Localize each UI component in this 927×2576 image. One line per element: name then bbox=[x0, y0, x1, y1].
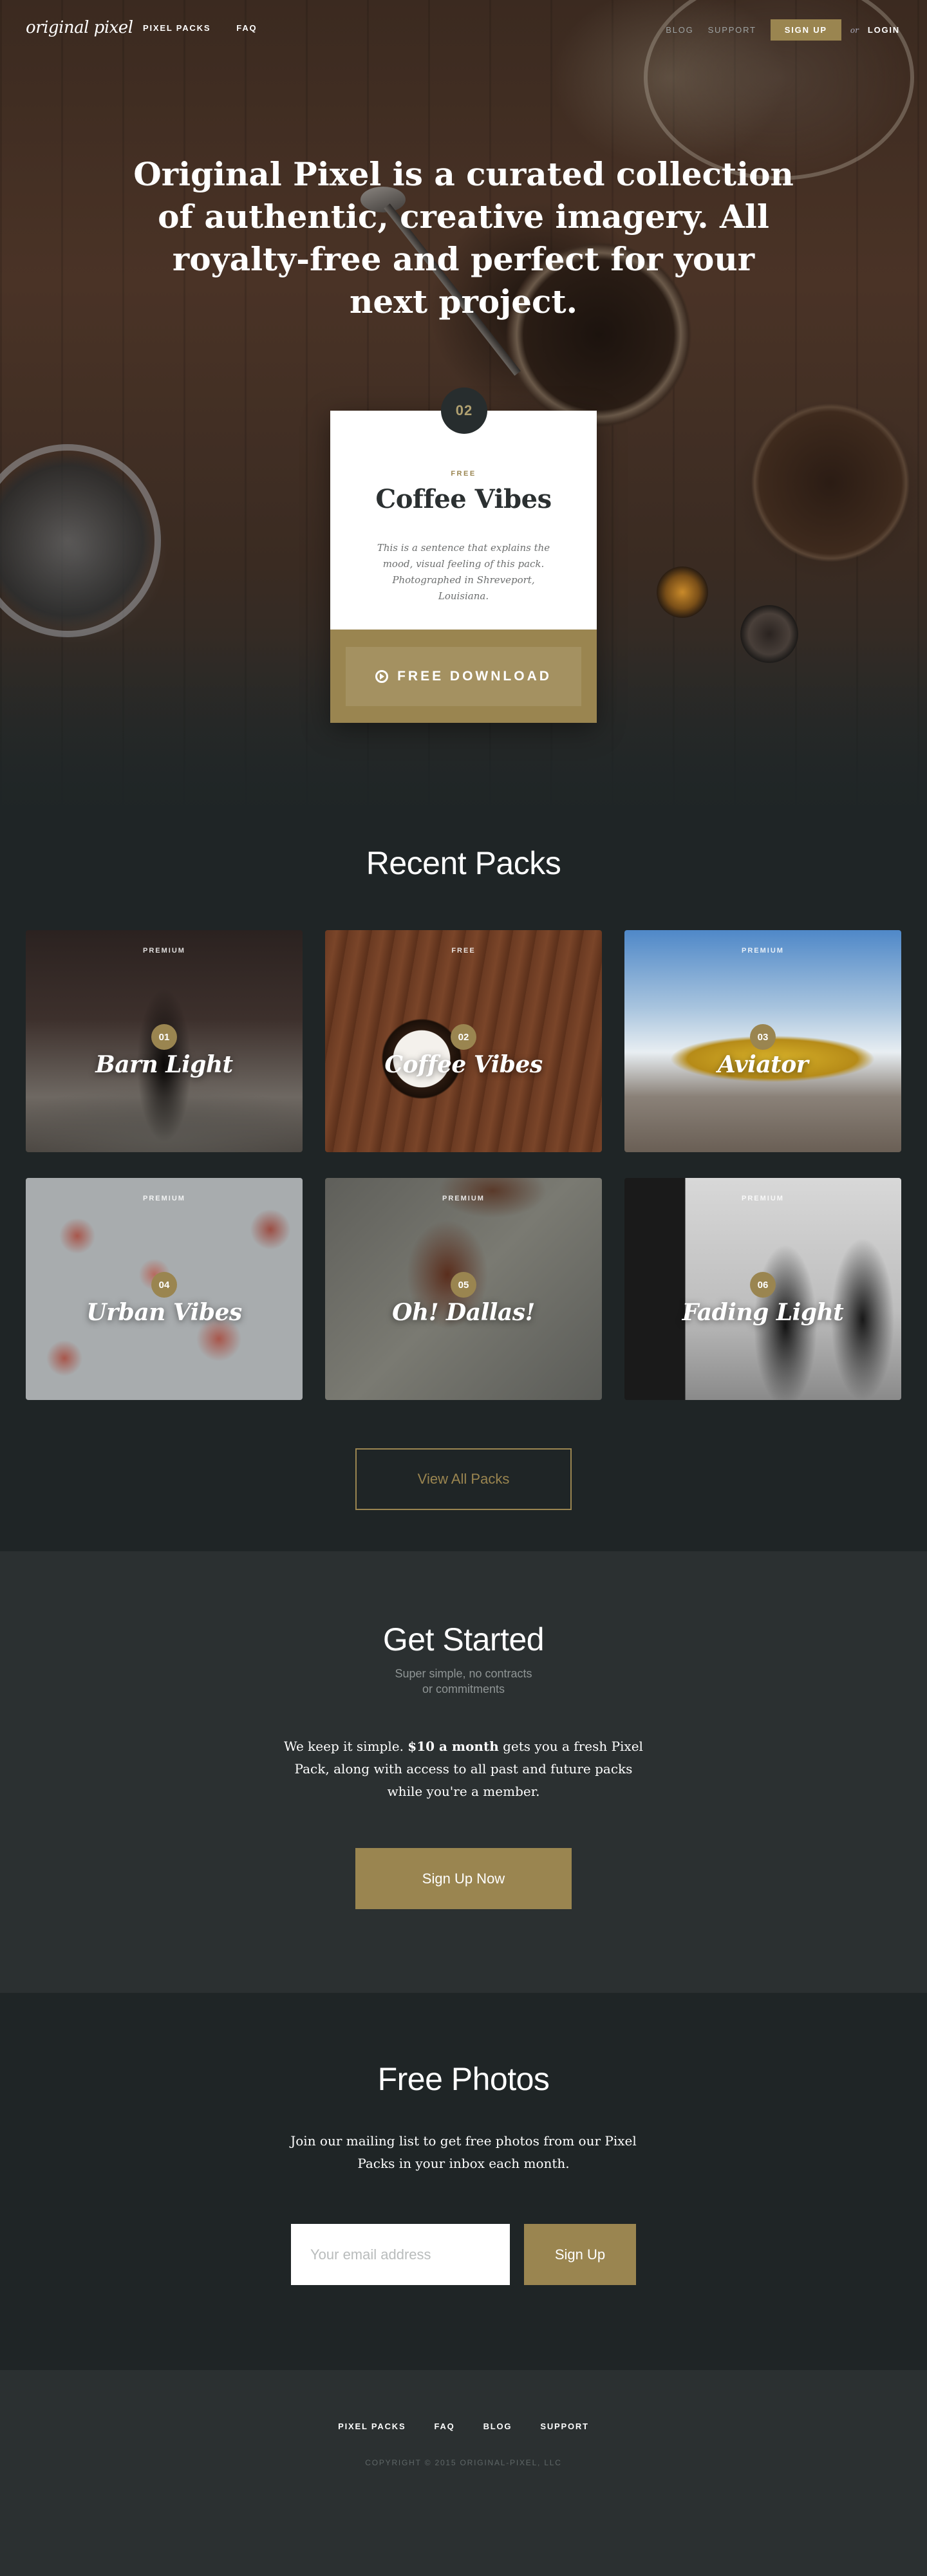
get-started-subtitle-line-1: Super simple, no contracts bbox=[395, 1667, 532, 1680]
pack-name: Coffee Vibes bbox=[384, 1051, 543, 1078]
recent-packs-section: Recent Packs PREMIUM 01 Barn Light FREE … bbox=[0, 805, 927, 1551]
play-circle-icon bbox=[375, 669, 389, 683]
pack-number: 02 bbox=[451, 1024, 476, 1050]
nav-link-pixel-packs[interactable]: PIXEL PACKS bbox=[143, 23, 211, 33]
price-highlight: $10 a month bbox=[407, 1739, 499, 1754]
copyright-text: COPYRIGHT © 2015 ORIGINAL-PIXEL, LLC bbox=[365, 2458, 562, 2467]
footer-link-blog[interactable]: BLOG bbox=[483, 2422, 512, 2431]
pack-number: 03 bbox=[750, 1024, 776, 1050]
pack-card-urban-vibes[interactable]: PREMIUM 04 Urban Vibes bbox=[26, 1178, 303, 1400]
camera-lens-image bbox=[740, 605, 798, 663]
get-started-title: Get Started bbox=[382, 1621, 545, 1657]
footer-link-pixel-packs[interactable]: PIXEL PACKS bbox=[338, 2422, 406, 2431]
top-nav: original pixel PIXEL PACKS FAQ BLOG SUPP… bbox=[0, 0, 927, 58]
sign-up-now-button[interactable]: Sign Up Now bbox=[355, 1848, 572, 1909]
nav-link-login[interactable]: LOGIN bbox=[868, 25, 900, 35]
featured-pack-actions: FREE DOWNLOAD bbox=[330, 630, 597, 723]
pack-card-oh-dallas[interactable]: PREMIUM 05 Oh! Dallas! bbox=[325, 1178, 602, 1400]
pack-number: 04 bbox=[151, 1272, 177, 1298]
newsletter-signup-button[interactable]: Sign Up bbox=[524, 2224, 636, 2285]
pack-name: Fading Light bbox=[682, 1299, 844, 1326]
featured-pack-description: This is a sentence that explains the moo… bbox=[377, 542, 550, 602]
pack-tag: PREMIUM bbox=[742, 1195, 784, 1202]
packs-grid: PREMIUM 01 Barn Light FREE 02 Coffee Vib… bbox=[26, 930, 901, 1400]
pack-number: 06 bbox=[750, 1272, 776, 1298]
free-photos-title: Free Photos bbox=[377, 2061, 550, 2097]
free-photos-section: Free Photos Join our mailing list to get… bbox=[0, 1993, 927, 2370]
featured-pack-name: Coffee Vibes bbox=[375, 484, 552, 514]
pack-tag: PREMIUM bbox=[742, 947, 784, 955]
featured-pack-card: 02 FREE Coffee Vibes This is a sentence … bbox=[330, 387, 597, 723]
get-started-section: Get Started Super simple, no contracts o… bbox=[0, 1551, 927, 1993]
pack-name: Aviator bbox=[717, 1051, 809, 1078]
pack-card-barn-light[interactable]: PREMIUM 01 Barn Light bbox=[26, 930, 303, 1152]
footer-link-support[interactable]: SUPPORT bbox=[540, 2422, 588, 2431]
pack-card-coffee-vibes[interactable]: FREE 02 Coffee Vibes bbox=[325, 930, 602, 1152]
get-started-subtitle: Super simple, no contracts or commitment… bbox=[0, 1666, 927, 1697]
nav-link-support[interactable]: SUPPORT bbox=[708, 25, 756, 35]
pack-tag: PREMIUM bbox=[143, 1195, 185, 1202]
pack-name: Urban Vibes bbox=[86, 1299, 242, 1326]
nav-link-faq[interactable]: FAQ bbox=[236, 23, 257, 33]
pack-name: Barn Light bbox=[95, 1051, 233, 1078]
nav-or-text: or bbox=[850, 25, 859, 35]
free-photos-body: Join our mailing list to get free photos… bbox=[290, 2133, 637, 2171]
pack-name: Oh! Dallas! bbox=[392, 1299, 535, 1326]
footer-links: PIXEL PACKS FAQ BLOG SUPPORT bbox=[0, 2422, 927, 2431]
newsletter-form: Sign Up bbox=[0, 2224, 927, 2285]
recent-packs-title: Recent Packs bbox=[366, 845, 561, 881]
nav-link-blog[interactable]: BLOG bbox=[666, 25, 693, 35]
pack-number: 05 bbox=[451, 1272, 476, 1298]
hero-section: original pixel PIXEL PACKS FAQ BLOG SUPP… bbox=[0, 0, 927, 805]
featured-pack-number: 02 bbox=[441, 387, 487, 434]
free-download-label: FREE DOWNLOAD bbox=[397, 668, 552, 684]
site-logo[interactable]: original pixel bbox=[26, 18, 133, 37]
nav-right-links: BLOG SUPPORT SIGN UP or LOGIN bbox=[666, 19, 900, 41]
pack-tag: PREMIUM bbox=[442, 1195, 485, 1202]
featured-pack-label: FREE bbox=[451, 470, 476, 478]
pack-number: 01 bbox=[151, 1024, 177, 1050]
free-download-button[interactable]: FREE DOWNLOAD bbox=[346, 646, 581, 706]
coffee-mug-image bbox=[747, 399, 914, 566]
lens-image bbox=[657, 566, 708, 618]
pack-tag: PREMIUM bbox=[143, 947, 185, 955]
pack-tag: FREE bbox=[451, 947, 476, 955]
get-started-subtitle-line-2: or commitments bbox=[422, 1683, 505, 1695]
nav-signup-button[interactable]: SIGN UP bbox=[770, 19, 841, 41]
nav-left-links: PIXEL PACKS FAQ bbox=[143, 23, 257, 33]
metal-pot-image bbox=[0, 444, 161, 637]
site-footer: PIXEL PACKS FAQ BLOG SUPPORT COPYRIGHT ©… bbox=[0, 2370, 927, 2576]
get-started-body: We keep it simple. $10 a month gets you … bbox=[277, 1735, 650, 1803]
pack-card-fading-light[interactable]: PREMIUM 06 Fading Light bbox=[624, 1178, 901, 1400]
view-all-packs-button[interactable]: View All Packs bbox=[355, 1448, 572, 1510]
footer-link-faq[interactable]: FAQ bbox=[434, 2422, 454, 2431]
email-field[interactable] bbox=[291, 2224, 510, 2285]
featured-pack-info: FREE Coffee Vibes This is a sentence tha… bbox=[330, 411, 597, 630]
hero-headline: Original Pixel is a curated collection o… bbox=[133, 155, 794, 321]
body-intro: We keep it simple. bbox=[284, 1739, 404, 1754]
pack-card-aviator[interactable]: PREMIUM 03 Aviator bbox=[624, 930, 901, 1152]
